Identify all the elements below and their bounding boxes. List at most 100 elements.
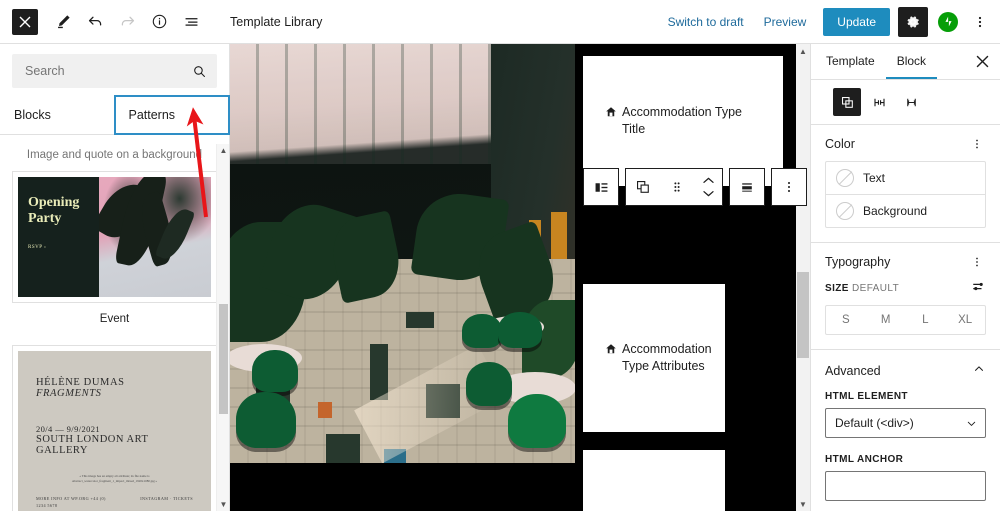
preview-button[interactable]: Preview	[755, 9, 816, 35]
chevron-up-icon[interactable]	[972, 362, 986, 379]
search-icon[interactable]	[190, 62, 208, 80]
block-type-group	[583, 168, 619, 206]
hero-image[interactable]	[230, 44, 575, 511]
pattern-thumb: Opening Party RSVP ›	[18, 177, 211, 297]
pattern-thumb: HÉLÈNE DUMAS FRAGMENTS 20/4 — 9/9/2021 S…	[18, 351, 211, 511]
gear-icon[interactable]	[898, 6, 928, 37]
jetpack-icon[interactable]	[938, 11, 958, 32]
scrollbar-thumb[interactable]	[797, 272, 809, 358]
more-options-icon[interactable]	[772, 169, 806, 205]
tab-block[interactable]: Block	[885, 44, 938, 79]
stretch-horizontal-icon[interactable]	[897, 88, 925, 116]
editor-body: Blocks Patterns Image and quote on a bac…	[0, 44, 1000, 511]
block-accommodation-type-attributes[interactable]: Accommodation Type Attributes	[583, 284, 725, 432]
scroll-down-icon[interactable]: ▼	[217, 498, 230, 511]
pattern-preview-event[interactable]: Opening Party RSVP ›	[12, 171, 217, 303]
color-option-label: Background	[863, 204, 928, 218]
drag-handle-icon[interactable]	[660, 169, 694, 205]
scroll-up-icon[interactable]: ▲	[796, 44, 810, 58]
more-options-icon[interactable]	[968, 137, 986, 151]
photo-tile	[318, 402, 332, 418]
size-text: SIZE	[825, 282, 849, 294]
edit-pencil-icon[interactable]	[48, 7, 78, 37]
block-accommodation-type[interactable]: Accommodation Type	[583, 450, 725, 511]
inserter-tabs: Blocks Patterns	[0, 95, 230, 135]
photo-tile	[370, 344, 388, 400]
search-box[interactable]	[12, 54, 217, 88]
html-anchor-input[interactable]	[825, 471, 986, 501]
move-down-icon[interactable]	[694, 187, 722, 200]
scroll-up-icon[interactable]: ▲	[217, 144, 230, 157]
home-icon	[605, 343, 617, 360]
update-button[interactable]: Update	[823, 7, 890, 36]
photo-chair	[236, 392, 296, 448]
search-input[interactable]	[25, 64, 190, 78]
pattern-work: FRAGMENTS	[36, 388, 102, 399]
html-element-select-wrap	[825, 408, 986, 438]
font-size-xl[interactable]: XL	[945, 306, 985, 334]
close-icon[interactable]	[12, 8, 38, 35]
more-options-icon[interactable]	[968, 255, 986, 269]
pattern-artist: HÉLÈNE DUMAS	[36, 377, 125, 388]
font-size-label: SIZE DEFAULT	[825, 283, 899, 294]
block-spacing-icon[interactable]	[833, 88, 861, 116]
scrollbar-thumb[interactable]	[219, 304, 228, 414]
block-label: Accommodation Type Title	[605, 104, 761, 138]
duplicate-icon[interactable]	[626, 169, 660, 205]
font-size-s[interactable]: S	[826, 306, 866, 334]
font-size-settings-icon[interactable]	[971, 279, 986, 297]
pattern-title-line2: Party	[28, 211, 62, 227]
block-type-icon[interactable]	[584, 169, 618, 205]
redo-icon[interactable]	[112, 7, 142, 37]
tab-blocks[interactable]: Blocks	[0, 96, 115, 134]
block-toolbar[interactable]	[583, 168, 807, 206]
info-icon[interactable]	[144, 7, 174, 37]
justify-horizontal-icon[interactable]	[865, 88, 893, 116]
editor-canvas[interactable]: Accommodation Type Title Accommodation T…	[230, 44, 810, 511]
undo-icon[interactable]	[80, 7, 110, 37]
font-size-l[interactable]: L	[906, 306, 946, 334]
canvas-scrollbar[interactable]: ▲ ▼	[796, 44, 810, 511]
pattern-body-text: « This image has an empty alt attribute;…	[71, 474, 158, 484]
move-up-icon[interactable]	[694, 174, 722, 187]
tab-template[interactable]: Template	[815, 44, 886, 79]
photo-chair	[252, 350, 298, 392]
pattern-footer-left: MORE INFO AT WP.ORG +44 (0) 1234 5678	[36, 495, 106, 509]
search-container	[0, 44, 229, 96]
color-option-list: Text Background	[825, 161, 986, 228]
template-blocks-area[interactable]: Accommodation Type Title Accommodation T…	[575, 44, 810, 511]
tab-patterns[interactable]: Patterns	[113, 95, 230, 135]
photo-tile	[406, 312, 434, 328]
block-accommodation-type-title[interactable]: Accommodation Type Title	[583, 56, 783, 186]
pattern-text-panel: Opening Party RSVP ›	[18, 177, 100, 297]
section-title: Typography	[825, 255, 891, 269]
top-bar-left-tools: Template Library	[0, 7, 322, 37]
advanced-header[interactable]: Advanced	[825, 362, 986, 379]
pattern-preview-announcement[interactable]: HÉLÈNE DUMAS FRAGMENTS 20/4 — 9/9/2021 S…	[12, 345, 217, 511]
photo-chair	[466, 362, 512, 406]
home-icon	[605, 106, 617, 123]
sidebar-tabs: Template Block	[811, 44, 1000, 80]
advanced-section: Advanced HTML ELEMENT HTML ANCHOR Enter …	[811, 350, 1000, 511]
color-option-label: Text	[863, 171, 886, 185]
alignment-group	[729, 168, 765, 206]
block-settings-sidebar: Template Block Color Text Background Typ…	[810, 44, 1000, 511]
section-title: Color	[825, 137, 855, 151]
font-size-m[interactable]: M	[866, 306, 906, 334]
more-options-icon[interactable]	[968, 7, 992, 37]
pattern-caption: Event	[99, 313, 130, 325]
list-view-icon[interactable]	[176, 7, 206, 37]
photo-bottom-bar	[230, 463, 575, 511]
color-option-background[interactable]: Background	[826, 194, 985, 227]
pattern-list[interactable]: Image and quote on a background Opening …	[0, 135, 229, 511]
color-option-text[interactable]: Text	[826, 162, 985, 194]
close-icon[interactable]	[968, 48, 996, 76]
inserter-scrollbar[interactable]: ▲ ▼	[216, 144, 229, 511]
scroll-down-icon[interactable]: ▼	[796, 497, 810, 511]
list-item[interactable]: Opening Party RSVP › Event	[0, 171, 229, 345]
html-element-select[interactable]	[825, 408, 986, 438]
switch-to-draft-button[interactable]: Switch to draft	[659, 9, 753, 35]
align-icon[interactable]	[730, 169, 764, 205]
list-item[interactable]: HÉLÈNE DUMAS FRAGMENTS 20/4 — 9/9/2021 S…	[0, 345, 229, 511]
pattern-subtitle: RSVP ›	[28, 245, 47, 251]
